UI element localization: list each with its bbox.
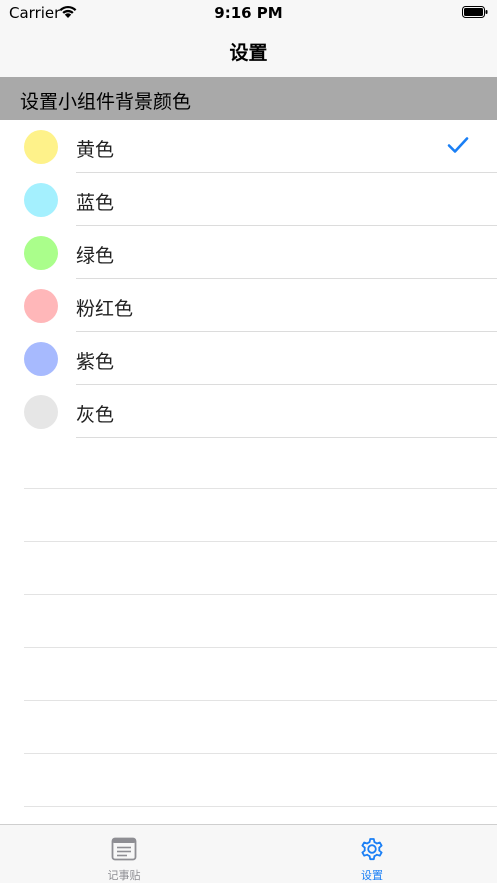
empty-table-rows xyxy=(0,436,497,807)
color-swatch xyxy=(24,236,58,270)
section-title: 设置小组件背景颜色 xyxy=(20,91,192,113)
tab-settings[interactable]: 设置 xyxy=(248,825,496,884)
tab-label: 记事贴 xyxy=(107,869,141,882)
color-swatch xyxy=(24,289,58,323)
tab-bar: 记事贴 设置 xyxy=(0,824,497,883)
color-swatch xyxy=(24,130,58,164)
notes-icon xyxy=(111,837,137,861)
checkmark-icon xyxy=(447,137,469,153)
color-swatch xyxy=(24,342,58,376)
section-header: 设置小组件背景颜色 xyxy=(0,77,497,120)
gear-icon xyxy=(361,838,383,861)
color-option-label: 紫色 xyxy=(76,351,115,373)
color-options-list: 黄色 蓝色 绿色 粉红色 紫色 灰色 xyxy=(0,120,497,438)
empty-row xyxy=(0,648,497,701)
color-option-pink[interactable]: 粉红色 xyxy=(0,279,497,332)
tab-label: 设置 xyxy=(361,869,383,882)
empty-row xyxy=(0,595,497,648)
color-option-label: 绿色 xyxy=(76,245,115,267)
empty-row xyxy=(0,436,497,489)
color-swatch xyxy=(24,183,58,217)
color-option-gray[interactable]: 灰色 xyxy=(0,385,497,438)
battery-icon xyxy=(462,6,488,18)
color-swatch xyxy=(24,395,58,429)
color-option-green[interactable]: 绿色 xyxy=(0,226,497,279)
tab-notes[interactable]: 记事贴 xyxy=(0,825,248,884)
color-option-label: 灰色 xyxy=(76,404,115,426)
empty-row xyxy=(0,701,497,754)
color-option-purple[interactable]: 紫色 xyxy=(0,332,497,385)
empty-row xyxy=(0,754,497,807)
color-option-label: 蓝色 xyxy=(76,192,115,214)
navigation-bar: 设置 xyxy=(0,26,497,77)
color-option-yellow[interactable]: 黄色 xyxy=(0,120,497,173)
empty-row xyxy=(0,542,497,595)
status-bar: Carrier 9:16 PM xyxy=(0,0,497,26)
color-option-label: 粉红色 xyxy=(76,298,134,320)
color-option-label: 黄色 xyxy=(76,139,115,161)
empty-row xyxy=(0,489,497,542)
page-title: 设置 xyxy=(229,42,268,64)
color-option-blue[interactable]: 蓝色 xyxy=(0,173,497,226)
status-time: 9:16 PM xyxy=(214,4,283,22)
